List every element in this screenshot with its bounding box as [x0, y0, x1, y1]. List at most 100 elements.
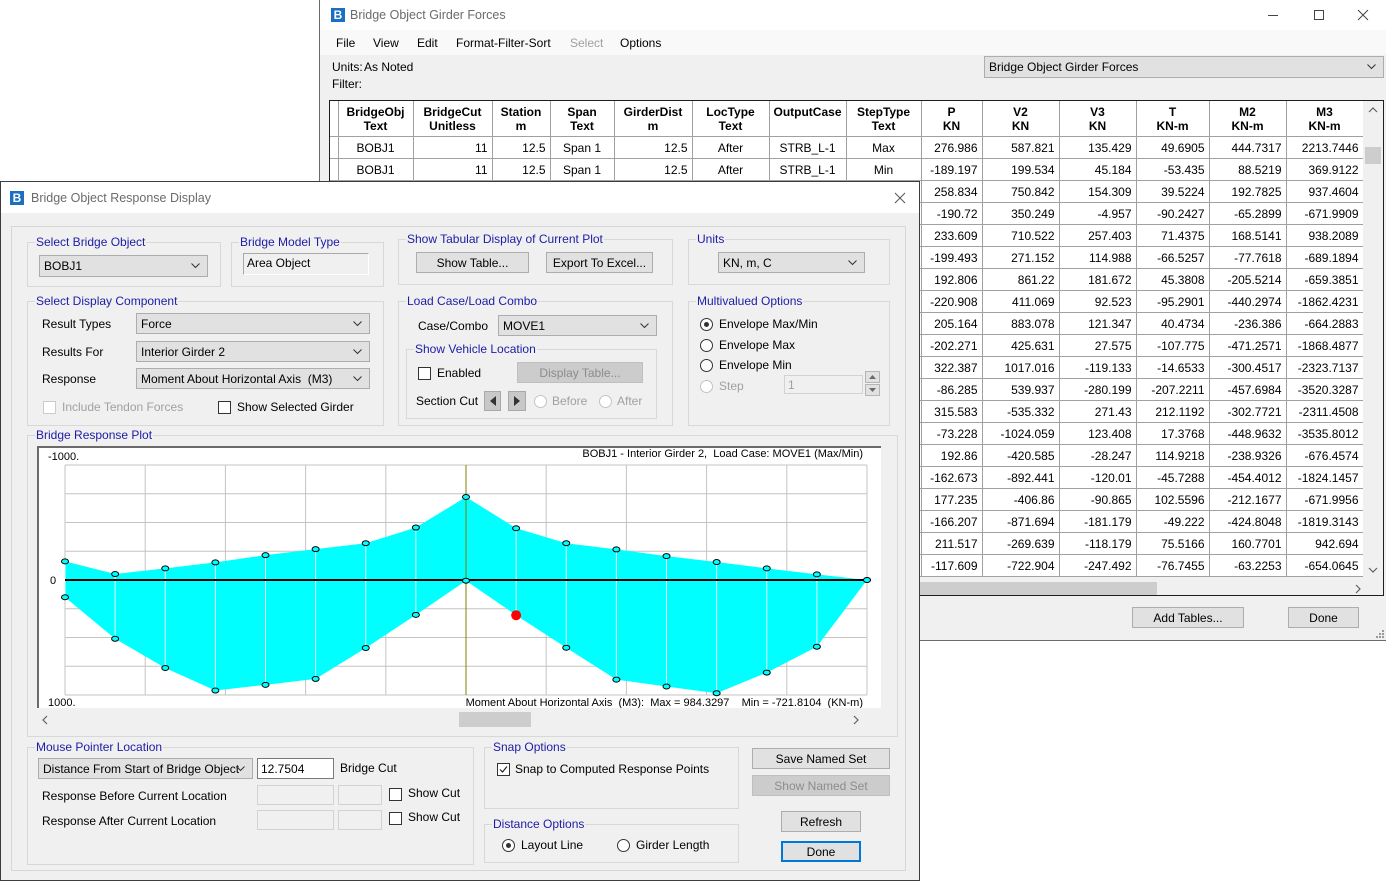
- cell-v2[interactable]: -535.332: [982, 400, 1060, 423]
- cell-p[interactable]: -86.285: [921, 378, 983, 401]
- envelope-max-radio[interactable]: [700, 339, 713, 352]
- cell-t[interactable]: -76.7455: [1136, 554, 1210, 577]
- show-cut-after-checkbox[interactable]: [389, 812, 402, 825]
- cell-v3[interactable]: -181.179: [1059, 510, 1137, 533]
- snap-label[interactable]: Snap to Computed Response Points: [515, 762, 709, 776]
- cell-p[interactable]: -202.271: [921, 334, 983, 357]
- girder-length-label[interactable]: Girder Length: [636, 838, 709, 852]
- cell-m3[interactable]: -671.9909: [1286, 202, 1364, 225]
- row-selector[interactable]: [330, 136, 339, 159]
- cell-t[interactable]: -66.5257: [1136, 246, 1210, 269]
- cell-m3[interactable]: -1819.3143: [1286, 510, 1364, 533]
- scroll-right-icon[interactable]: [853, 715, 859, 725]
- cell-p[interactable]: 192.806: [921, 268, 983, 291]
- result-types-dropdown[interactable]: Force: [136, 313, 370, 334]
- column-header-steptype[interactable]: StepType Text: [846, 101, 922, 137]
- cell-p[interactable]: 233.609: [921, 224, 983, 247]
- cell-v3[interactable]: -118.179: [1059, 532, 1137, 555]
- girder-length-radio[interactable]: [617, 839, 630, 852]
- cell-v2[interactable]: 350.249: [982, 202, 1060, 225]
- cell-m3[interactable]: 937.4604: [1286, 180, 1364, 203]
- vertical-scroll-thumb[interactable]: [1365, 147, 1381, 164]
- cell-v2[interactable]: 411.069: [982, 290, 1060, 313]
- menu-format-filter-sort[interactable]: Format-Filter-Sort: [456, 36, 551, 50]
- cell-m3[interactable]: 369.9122: [1286, 158, 1364, 181]
- cell-p[interactable]: 258.834: [921, 180, 983, 203]
- cell-loctype[interactable]: After: [692, 136, 770, 159]
- scroll-up-icon[interactable]: [1368, 107, 1378, 113]
- add-tables-button[interactable]: Add Tables...: [1132, 607, 1244, 628]
- cell-v3[interactable]: -4.957: [1059, 202, 1137, 225]
- column-header-station[interactable]: Station m: [492, 101, 551, 137]
- show-table-button[interactable]: Show Table...: [416, 252, 529, 273]
- cell-m3[interactable]: -3520.3287: [1286, 378, 1364, 401]
- cell-m2[interactable]: 160.7701: [1209, 532, 1287, 555]
- column-header-span[interactable]: Span Text: [550, 101, 615, 137]
- column-header-m2[interactable]: M2 KN-m: [1209, 101, 1287, 137]
- cell-m2[interactable]: -454.4012: [1209, 466, 1287, 489]
- show-cut-before-checkbox[interactable]: [389, 788, 402, 801]
- cell-v2[interactable]: 883.078: [982, 312, 1060, 335]
- dialog-done-button[interactable]: Done: [781, 841, 861, 862]
- cell-t[interactable]: 102.5596: [1136, 488, 1210, 511]
- cell-m3[interactable]: -1862.4231: [1286, 290, 1364, 313]
- cell-v3[interactable]: 45.184: [1059, 158, 1137, 181]
- menu-options[interactable]: Options: [620, 36, 661, 50]
- envelope-min-radio[interactable]: [700, 359, 713, 372]
- cell-m2[interactable]: -300.4517: [1209, 356, 1287, 379]
- cell-m2[interactable]: -65.2899: [1209, 202, 1287, 225]
- column-header-bridgeobj[interactable]: BridgeObj Text: [338, 101, 414, 137]
- response-dropdown[interactable]: Moment About Horizontal Axis (M3): [136, 368, 370, 389]
- cell-station[interactable]: 12.5: [492, 158, 551, 181]
- scroll-left-icon[interactable]: [42, 715, 48, 725]
- cell-v3[interactable]: -280.199: [1059, 378, 1137, 401]
- cell-t[interactable]: 40.4734: [1136, 312, 1210, 335]
- cell-girderdist[interactable]: 12.5: [614, 136, 693, 159]
- column-header-p[interactable]: P KN: [921, 101, 983, 137]
- cell-span[interactable]: Span 1: [550, 158, 615, 181]
- cell-v3[interactable]: 181.672: [1059, 268, 1137, 291]
- cell-p[interactable]: -162.673: [921, 466, 983, 489]
- cell-p[interactable]: 322.387: [921, 356, 983, 379]
- cell-v2[interactable]: 750.842: [982, 180, 1060, 203]
- cell-steptype[interactable]: Min: [846, 158, 922, 181]
- cell-loctype[interactable]: After: [692, 158, 770, 181]
- menu-edit[interactable]: Edit: [417, 36, 438, 50]
- vertical-scrollbar[interactable]: [1363, 101, 1383, 581]
- cell-t[interactable]: -207.2211: [1136, 378, 1210, 401]
- cell-v3[interactable]: 154.309: [1059, 180, 1137, 203]
- cell-m3[interactable]: -2311.4508: [1286, 400, 1364, 423]
- refresh-button[interactable]: Refresh: [781, 811, 861, 832]
- cell-v3[interactable]: -119.133: [1059, 356, 1137, 379]
- units-dropdown[interactable]: KN, m, C: [718, 252, 865, 273]
- cell-p[interactable]: -190.72: [921, 202, 983, 225]
- column-header-v3[interactable]: V3 KN: [1059, 101, 1137, 137]
- cell-v2[interactable]: -892.441: [982, 466, 1060, 489]
- envelope-min-label[interactable]: Envelope Min: [719, 358, 792, 372]
- cell-t[interactable]: -49.222: [1136, 510, 1210, 533]
- cell-m2[interactable]: -63.2253: [1209, 554, 1287, 577]
- cell-m3[interactable]: -689.1894: [1286, 246, 1364, 269]
- cell-m2[interactable]: -457.6984: [1209, 378, 1287, 401]
- column-header-bridgecut[interactable]: BridgeCut Unitless: [413, 101, 493, 137]
- vehicle-enabled-label[interactable]: Enabled: [437, 366, 481, 380]
- cell-t[interactable]: -90.2427: [1136, 202, 1210, 225]
- snap-checkbox[interactable]: [497, 763, 510, 776]
- cell-t[interactable]: -53.435: [1136, 158, 1210, 181]
- cell-m2[interactable]: -471.2571: [1209, 334, 1287, 357]
- menu-view[interactable]: View: [373, 36, 399, 50]
- cell-t[interactable]: 45.3808: [1136, 268, 1210, 291]
- plot-horizontal-scrollbar[interactable]: [37, 711, 881, 728]
- response-plot-canvas[interactable]: -1000. 0 1000. BOBJ1 - Interior Girder 2…: [37, 446, 881, 708]
- cell-span[interactable]: Span 1: [550, 136, 615, 159]
- cell-bridgeobj[interactable]: BOBJ1: [338, 136, 414, 159]
- cell-t[interactable]: -107.775: [1136, 334, 1210, 357]
- cell-p[interactable]: -73.228: [921, 422, 983, 445]
- cell-m2[interactable]: -212.1677: [1209, 488, 1287, 511]
- header-corner[interactable]: [330, 101, 339, 137]
- layout-line-label[interactable]: Layout Line: [521, 838, 583, 852]
- cell-v3[interactable]: 92.523: [1059, 290, 1137, 313]
- cell-p[interactable]: -199.493: [921, 246, 983, 269]
- cell-m2[interactable]: -302.7721: [1209, 400, 1287, 423]
- cell-m2[interactable]: 444.7317: [1209, 136, 1287, 159]
